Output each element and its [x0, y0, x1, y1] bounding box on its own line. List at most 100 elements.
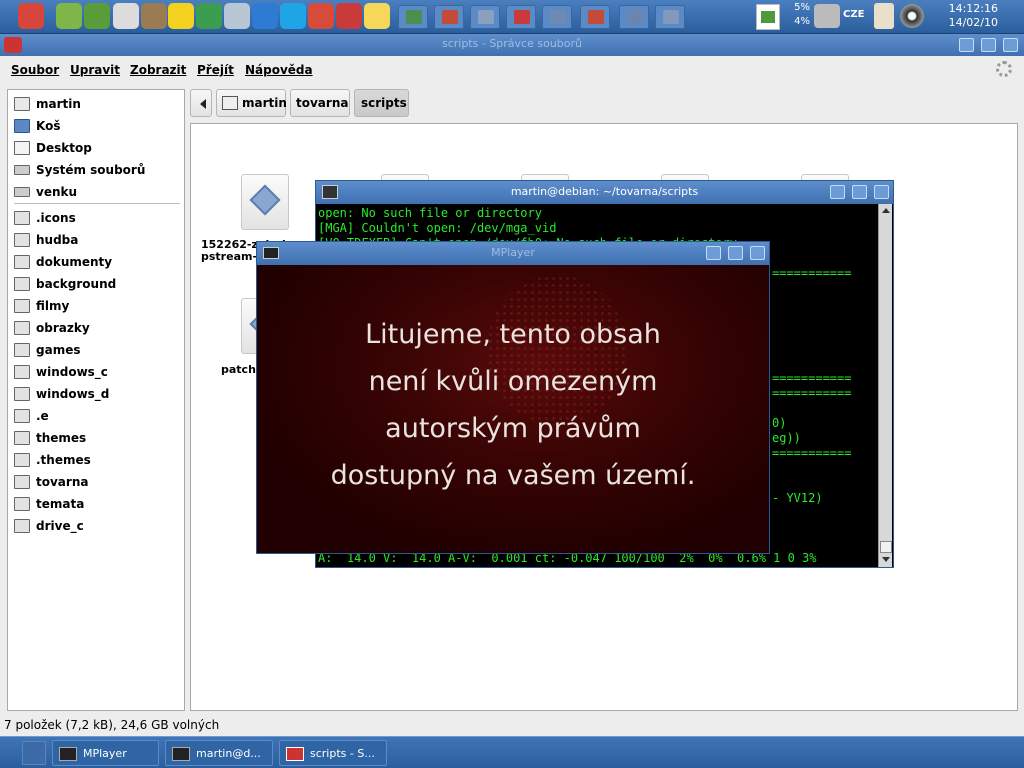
- sidebar-bookmark[interactable]: windows_c: [12, 362, 180, 382]
- sidebar-bookmark[interactable]: themes: [12, 428, 180, 448]
- close-button[interactable]: [1003, 38, 1018, 52]
- show-desktop-button[interactable]: [22, 741, 46, 765]
- android-phone-icon[interactable]: [56, 3, 82, 29]
- sidebar-item-desktop[interactable]: Desktop: [12, 138, 180, 158]
- terminal-maximize-button[interactable]: [852, 185, 867, 199]
- folder-task-icon-glyph: [478, 10, 494, 24]
- sidebar-item-label: games: [36, 343, 81, 357]
- clock[interactable]: 14:12:16 14/02/10: [932, 2, 998, 30]
- cpu-monitor[interactable]: 5% 4%: [784, 1, 810, 29]
- chrome-icon[interactable]: [196, 3, 222, 29]
- dc-icon[interactable]: [308, 3, 334, 29]
- sidebar-bookmark[interactable]: tovarna: [12, 472, 180, 492]
- warning-icon[interactable]: [168, 3, 194, 29]
- sidebar-item-koš[interactable]: Koš: [12, 116, 180, 136]
- sidebar-item-venku[interactable]: venku: [12, 182, 180, 202]
- menu-bar: Soubor Upravit Zobrazit Přejít Nápověda: [0, 56, 1024, 82]
- sidebar-bookmark[interactable]: temata: [12, 494, 180, 514]
- folder-icon: [14, 299, 30, 313]
- sidebar-bookmark[interactable]: .themes: [12, 450, 180, 470]
- sidebar-item-label: Koš: [36, 119, 61, 133]
- terminal-close-button[interactable]: [874, 185, 889, 199]
- sidebar-bookmark[interactable]: windows_d: [12, 384, 180, 404]
- dc-task-icon[interactable]: [434, 5, 464, 29]
- android-robot-icon[interactable]: [84, 3, 110, 29]
- mplayer-close-button[interactable]: [750, 246, 765, 260]
- task-label: martin@d...: [196, 747, 261, 760]
- keyboard-layout-indicator[interactable]: CZE: [843, 9, 864, 20]
- scroll-down-icon[interactable]: [882, 557, 890, 562]
- sidebar-bookmark[interactable]: drive_c: [12, 516, 180, 536]
- sidebar-bookmark[interactable]: filmy: [12, 296, 180, 316]
- task-terminal[interactable]: martin@d...: [165, 740, 273, 766]
- task-file-manager[interactable]: scripts - S...: [279, 740, 387, 766]
- network-task-icon[interactable]: [655, 5, 685, 29]
- home-icon: [14, 97, 30, 111]
- path-segment-scripts[interactable]: scripts: [354, 89, 409, 117]
- file-manager-titlebar[interactable]: scripts - Správce souborů: [0, 34, 1024, 56]
- dc2-task-icon[interactable]: [580, 5, 610, 29]
- menu-zobrazit[interactable]: Zobrazit: [130, 63, 186, 77]
- path-back-button[interactable]: [190, 89, 212, 117]
- screen-task-icon[interactable]: [542, 5, 572, 29]
- mplayer-minimize-button[interactable]: [706, 246, 721, 260]
- home-red-icon[interactable]: [336, 3, 362, 29]
- monitor-task-icon[interactable]: [619, 5, 649, 29]
- clock-date: 14/02/10: [948, 16, 998, 29]
- scroll-thumb[interactable]: [880, 541, 892, 553]
- task-mplayer[interactable]: MPlayer: [52, 740, 159, 766]
- sidebar-bookmark[interactable]: .icons: [12, 208, 180, 228]
- speaker-icon[interactable]: [900, 4, 924, 28]
- amiga-ball-icon[interactable]: [18, 3, 44, 29]
- menu-upravit[interactable]: Upravit: [70, 63, 120, 77]
- task-label: scripts - S...: [310, 747, 375, 760]
- menu-napoveda[interactable]: Nápověda: [245, 63, 313, 77]
- video-area[interactable]: Litujeme, tento obsah není kvůli omezený…: [257, 265, 769, 553]
- skype-icon[interactable]: [280, 3, 306, 29]
- mplayer-task-icon: [59, 747, 77, 761]
- sidebar-item-label: windows_d: [36, 387, 110, 401]
- mplayer-titlebar[interactable]: MPlayer: [257, 242, 769, 265]
- sidebar-item-martin[interactable]: martin: [12, 94, 180, 114]
- gimp-icon[interactable]: [141, 3, 167, 29]
- sidebar-item-label: temata: [36, 497, 85, 511]
- network-tray-icon[interactable]: [756, 4, 780, 30]
- maximize-button[interactable]: [981, 38, 996, 52]
- terminal-line: [MGA] Couldn't open: /dev/mga_vid: [318, 221, 557, 235]
- scroll-up-icon[interactable]: [882, 208, 890, 213]
- sidebar-bookmark[interactable]: .e: [12, 406, 180, 426]
- path-segment-martin[interactable]: martin: [216, 89, 287, 117]
- minimize-button[interactable]: [959, 38, 974, 52]
- menu-soubor[interactable]: Soubor: [11, 63, 59, 77]
- menu-prejit[interactable]: Přejít: [197, 63, 234, 77]
- sidebar-bookmark[interactable]: games: [12, 340, 180, 360]
- mplayer-title: MPlayer: [491, 246, 535, 259]
- camera-tray-icon[interactable]: [814, 4, 840, 28]
- message-line: autorským právům: [385, 413, 641, 444]
- sidebar-bookmark[interactable]: obrazky: [12, 318, 180, 338]
- sidebar-bookmark[interactable]: dokumenty: [12, 252, 180, 272]
- mail-icon[interactable]: [113, 3, 139, 29]
- terminal-scrollbar[interactable]: [878, 204, 892, 567]
- mplayer-window: MPlayer Litujeme, tento obsah není kvůli…: [256, 241, 770, 554]
- folder-task-icon[interactable]: [470, 5, 500, 29]
- mplayer-maximize-button[interactable]: [728, 246, 743, 260]
- dropbox-icon[interactable]: [252, 3, 278, 29]
- folder-icon: [14, 387, 30, 401]
- home-task-icon[interactable]: [506, 5, 536, 29]
- message-line: Litujeme, tento obsah: [365, 319, 661, 350]
- folder-icon: [14, 343, 30, 357]
- sidebar-bookmark[interactable]: hudba: [12, 230, 180, 250]
- trash-tray-icon[interactable]: [874, 3, 894, 29]
- folder-icon: [14, 453, 30, 467]
- sidebar-item-systém-souborů[interactable]: Systém souborů: [12, 160, 180, 180]
- sidebar-bookmark[interactable]: background: [12, 274, 180, 294]
- terminal-titlebar[interactable]: martin@debian: ~/tovarna/scripts: [316, 181, 893, 204]
- inkscape-icon[interactable]: [224, 3, 250, 29]
- chrome-task-icon[interactable]: [398, 5, 428, 29]
- path-segment-tovarna[interactable]: tovarna: [290, 89, 350, 117]
- sidebar-item-label: martin: [36, 97, 81, 111]
- terminal-minimize-button[interactable]: [830, 185, 845, 199]
- script-file-icon[interactable]: [241, 174, 289, 230]
- moon-icon[interactable]: [364, 3, 390, 29]
